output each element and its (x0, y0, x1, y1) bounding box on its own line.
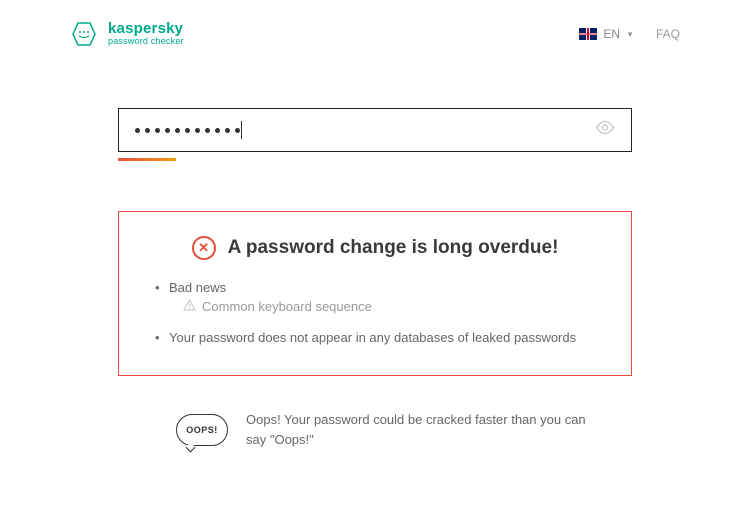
header-right: EN ▼ FAQ (579, 27, 680, 41)
language-code: EN (603, 27, 620, 41)
oops-section: OOPS! Oops! Your password could be crack… (118, 410, 632, 449)
warning-triangle-icon (183, 299, 196, 314)
result-panel: ✕ A password change is long overdue! Bad… (118, 211, 632, 376)
brand-subtitle: password checker (108, 37, 184, 47)
brand-name: kaspersky (108, 21, 184, 38)
password-input[interactable] (118, 108, 632, 152)
toggle-visibility-icon[interactable] (595, 121, 615, 140)
main-content: ✕ A password change is long overdue! Bad… (0, 48, 750, 449)
list-item-text: Your password does not appear in any dat… (169, 330, 576, 345)
password-mask (135, 128, 240, 133)
oops-message: Oops! Your password could be cracked fas… (246, 410, 586, 449)
logo[interactable]: kaspersky password checker (70, 20, 184, 48)
list-item-text: Bad news (169, 280, 226, 295)
strength-meter (118, 158, 176, 161)
password-field-wrap (118, 108, 632, 161)
faq-link[interactable]: FAQ (656, 27, 680, 41)
result-header: ✕ A password change is long overdue! (155, 236, 595, 260)
speech-bubble-text: OOPS! (186, 425, 218, 435)
list-sub-text: Common keyboard sequence (202, 299, 372, 314)
language-selector[interactable]: EN ▼ (579, 27, 634, 41)
text-cursor (241, 121, 242, 139)
list-sub-item: Common keyboard sequence (169, 299, 595, 314)
chevron-down-icon: ▼ (626, 30, 634, 39)
uk-flag-icon (579, 28, 597, 40)
error-x-icon: ✕ (192, 236, 216, 260)
speech-bubble-icon: OOPS! (176, 414, 228, 446)
kaspersky-logo-icon (70, 20, 98, 48)
result-list: Bad news Common keyboard sequence Your p… (155, 280, 595, 345)
list-item: Your password does not appear in any dat… (155, 330, 595, 345)
result-title: A password change is long overdue! (228, 237, 559, 259)
list-item: Bad news Common keyboard sequence (155, 280, 595, 314)
header: kaspersky password checker EN ▼ FAQ (0, 0, 750, 48)
